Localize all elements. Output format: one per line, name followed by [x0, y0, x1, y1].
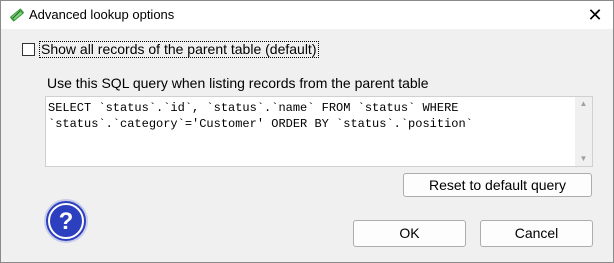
dialog-window: Advanced lookup options ✕ Show all recor… — [0, 0, 614, 263]
help-icon[interactable]: ? — [43, 198, 89, 244]
title-bar: Advanced lookup options ✕ — [1, 1, 613, 29]
show-all-records-checkbox[interactable] — [22, 42, 35, 56]
show-all-records-row[interactable]: Show all records of the parent table (de… — [22, 40, 319, 58]
scroll-down-arrow-icon[interactable]: ▼ — [575, 152, 592, 166]
show-all-records-label[interactable]: Show all records of the parent table (de… — [39, 40, 319, 58]
close-button[interactable]: ✕ — [585, 5, 605, 25]
reset-default-query-button[interactable]: Reset to default query — [403, 173, 592, 197]
sql-query-text[interactable]: SELECT `status`.`id`, `status`.`name` FR… — [48, 100, 570, 132]
window-title: Advanced lookup options — [29, 7, 175, 22]
app-icon — [9, 7, 25, 23]
sql-query-textarea[interactable]: SELECT `status`.`id`, `status`.`name` FR… — [45, 96, 593, 167]
ok-button[interactable]: OK — [353, 220, 466, 247]
scroll-up-arrow-icon[interactable]: ▲ — [575, 97, 592, 111]
svg-text:?: ? — [59, 208, 74, 235]
query-scrollbar[interactable]: ▲ ▼ — [575, 97, 592, 166]
cancel-button[interactable]: Cancel — [480, 220, 593, 247]
sql-query-label: Use this SQL query when listing records … — [47, 75, 429, 91]
